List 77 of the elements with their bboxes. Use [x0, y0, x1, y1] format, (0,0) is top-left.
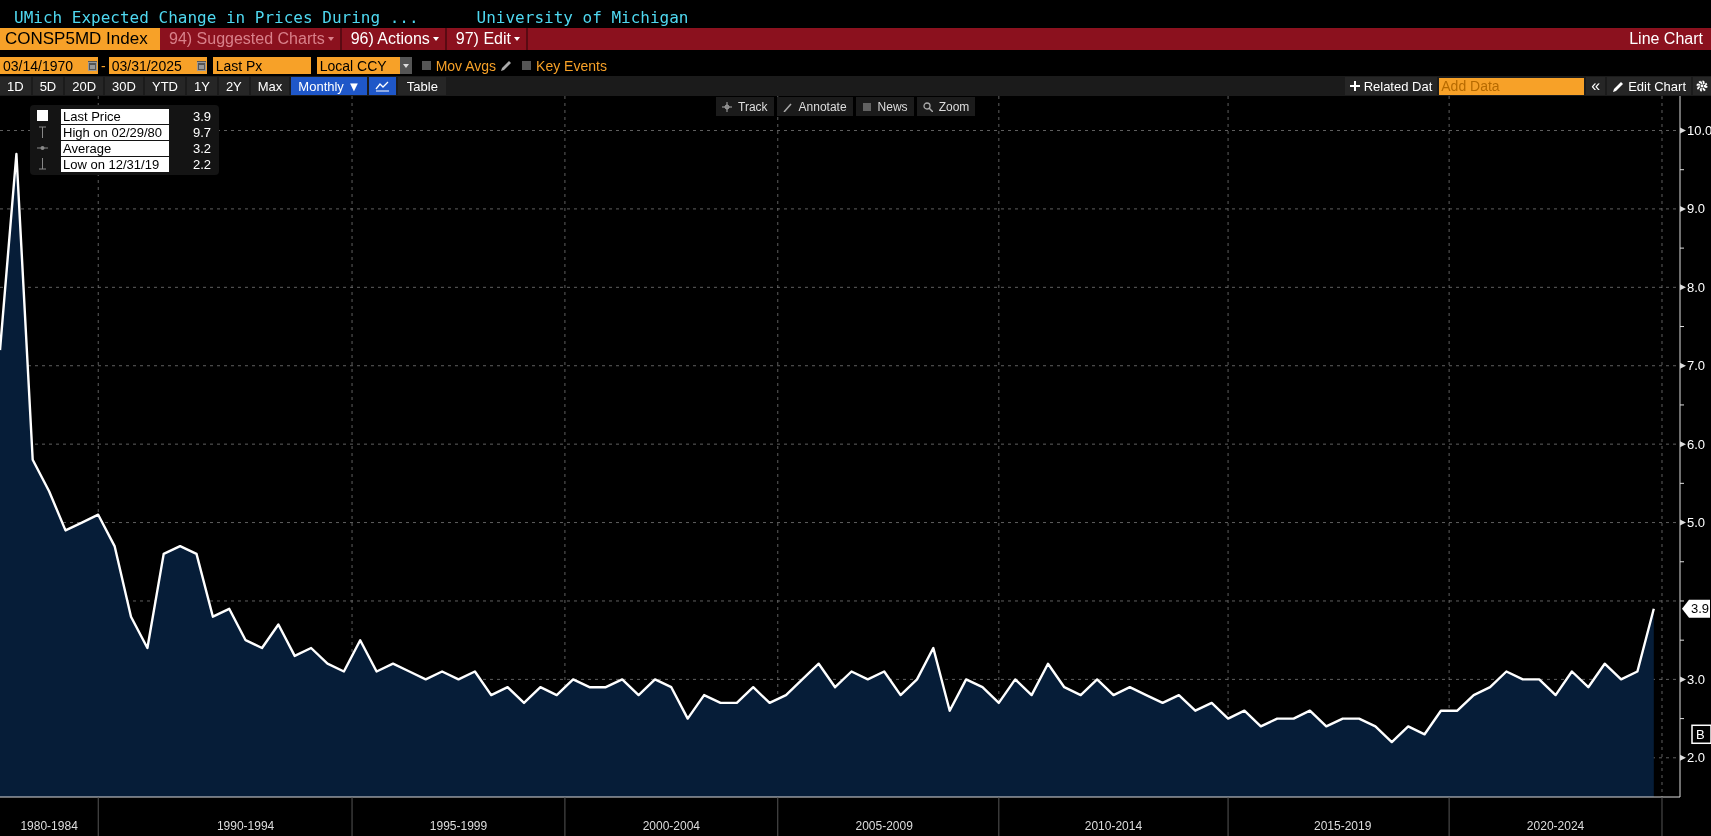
add-data-field[interactable]: Add Data [1439, 77, 1585, 95]
x-tick-label: 2000-2004 [642, 819, 701, 833]
table-view-button[interactable]: Table [398, 77, 447, 95]
period-tab[interactable]: 1Y [186, 77, 217, 95]
plus-icon [1349, 81, 1360, 91]
legend-value: 9.7 [193, 124, 212, 140]
crosshair-icon [722, 101, 732, 112]
x-tick-label: 2015-2019 [1314, 819, 1372, 833]
period-tab[interactable]: 5D [32, 77, 64, 95]
period-tab[interactable]: 2Y [218, 77, 249, 95]
caret-icon [327, 37, 334, 41]
legend-label: Low on 12/31/19 [61, 156, 169, 172]
calendar-icon [196, 60, 206, 71]
marker-tag[interactable]: B [1691, 724, 1711, 744]
chart-view-button[interactable] [369, 77, 397, 95]
calendar-icon [88, 60, 97, 71]
legend-value: 3.2 [193, 140, 212, 156]
chart-tool-button[interactable]: Track [716, 97, 774, 116]
view-name: Line Chart [1629, 30, 1704, 48]
x-tick-label: 2020-2024 [1526, 819, 1585, 833]
x-tick-label: 2005-2009 [855, 819, 913, 833]
ticker-field[interactable]: CONSP5MD Index [0, 28, 160, 50]
search-icon [922, 101, 933, 112]
chart-tool-button[interactable]: Zoom [916, 97, 976, 116]
period-tab[interactable]: Max [250, 77, 290, 95]
y-tick-label: 3.0 [1687, 671, 1706, 687]
legend-label: Average [61, 140, 169, 156]
period-tab[interactable]: 30D [105, 77, 143, 95]
date-field[interactable]: 03/31/2025 [108, 57, 207, 74]
caret-icon [402, 63, 409, 68]
date-separator: - [100, 57, 107, 74]
color-swatch-icon [36, 110, 49, 122]
high-marker-icon [36, 126, 49, 138]
x-tick-label: 1990-1994 [216, 819, 275, 833]
security-title: UMich Expected Change in Prices During ... [14, 8, 419, 27]
last-price-tag: 3.9 [1682, 599, 1710, 618]
legend-label: Last Price [61, 108, 169, 124]
pen-stroke-icon [782, 101, 793, 112]
period-tab[interactable]: 20D [65, 77, 104, 95]
chart-tool-button[interactable]: Annotate [776, 97, 853, 116]
currency-dropdown[interactable]: Local CCY [316, 57, 412, 74]
line-chart-icon [375, 80, 391, 92]
option-label: Mov Avgs [435, 57, 497, 74]
chart-tool-button[interactable]: News [855, 97, 914, 116]
x-tick-label: 2010-2014 [1084, 819, 1143, 833]
menu-button[interactable]: 96) Actions [344, 28, 447, 50]
legend-value: 2.2 [193, 156, 212, 172]
y-tick-label: 7.0 [1687, 358, 1706, 374]
related-data-button[interactable]: Related Dat [1344, 77, 1438, 95]
caret-icon [513, 37, 520, 41]
collapse-button[interactable]: « [1586, 77, 1606, 95]
y-tick-label: 6.0 [1687, 436, 1706, 452]
x-tick-label: 1995-1999 [429, 819, 488, 833]
caret-icon [432, 37, 439, 41]
settings-icon [1696, 80, 1708, 92]
checkbox[interactable] [421, 61, 431, 70]
x-tick-label: 1980-1984 [20, 819, 78, 833]
y-tick-label: 10.0 [1687, 123, 1711, 138]
option-label: Key Events [536, 57, 607, 74]
period-tab[interactable]: 1D [0, 77, 31, 95]
y-tick-label: 8.0 [1687, 279, 1706, 295]
legend-value: 3.9 [193, 108, 212, 124]
checkbox[interactable] [522, 61, 532, 70]
y-tick-label: 9.0 [1687, 201, 1706, 217]
legend-label: High on 02/29/80 [61, 124, 169, 140]
period-tab[interactable]: YTD [144, 77, 185, 95]
source-name: University of Michigan [476, 8, 689, 27]
pencil-icon [1612, 79, 1625, 93]
low-marker-icon [36, 158, 49, 170]
settings-button[interactable] [1693, 77, 1711, 95]
field-selector[interactable]: Last Px [212, 57, 311, 74]
period-tab[interactable]: Monthly ▼ [291, 77, 368, 95]
date-field[interactable]: 03/14/1970 [0, 57, 98, 74]
menu-button[interactable]: 97) Edit [449, 28, 528, 50]
y-tick-label: 5.0 [1687, 515, 1706, 531]
edit-chart-button[interactable]: Edit Chart [1607, 77, 1691, 95]
y-tick-label: 2.0 [1687, 750, 1706, 766]
